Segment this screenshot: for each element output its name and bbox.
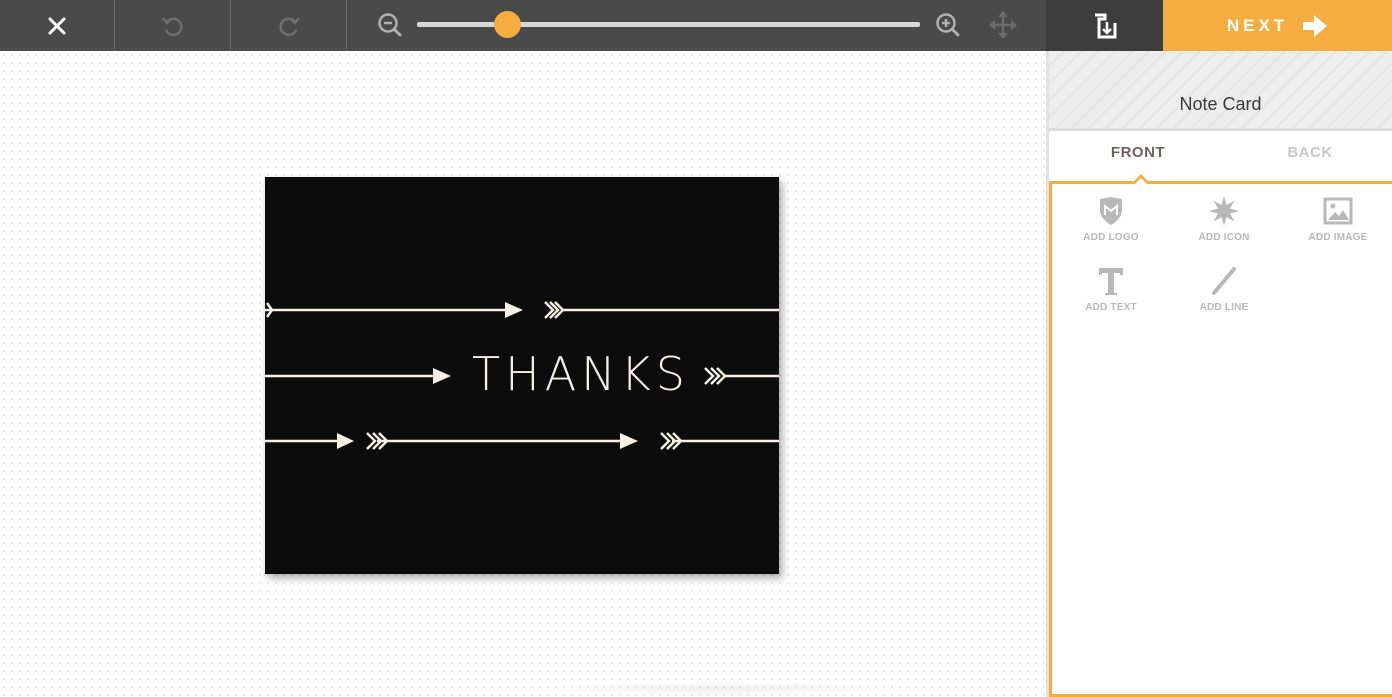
redo-icon: [278, 16, 300, 36]
zoom-in-button[interactable]: [934, 11, 962, 39]
panel-title: Note Card: [1049, 51, 1392, 128]
card-headline[interactable]: THANKS: [472, 349, 692, 399]
move-arrows-icon: [989, 11, 1017, 39]
next-button[interactable]: NEXT: [1163, 0, 1392, 51]
top-toolbar: NEXT: [0, 0, 1392, 51]
active-tab-indicator-inner: [1134, 178, 1148, 185]
add-logo-button[interactable]: ADD LOGO: [1061, 196, 1161, 256]
tool-label: ADD ICON: [1198, 232, 1250, 243]
zoom-out-button[interactable]: [376, 11, 404, 39]
add-line-button[interactable]: ADD LINE: [1174, 266, 1274, 326]
design-canvas[interactable]: THANKS: [0, 51, 1046, 697]
close-button[interactable]: [0, 0, 114, 51]
zoom-slider-track[interactable]: [417, 22, 920, 27]
next-button-label: NEXT: [1226, 15, 1289, 35]
brand-logo-button[interactable]: [1046, 0, 1163, 51]
redo-button[interactable]: [231, 0, 346, 51]
undo-icon: [161, 16, 183, 36]
note-card-front[interactable]: THANKS: [265, 177, 779, 574]
move-button[interactable]: [986, 8, 1020, 42]
tool-label: ADD LINE: [1199, 302, 1249, 313]
tool-label: ADD IMAGE: [1308, 232, 1368, 243]
add-icon-button[interactable]: ADD ICON: [1174, 196, 1274, 256]
side-panel: Note Card FRONT BACK ADD LOGO ADD ICON A…: [1046, 51, 1392, 697]
arrow-right-icon: [1303, 14, 1328, 37]
starburst-icon: [1209, 196, 1239, 226]
undo-button[interactable]: [115, 0, 230, 51]
toolbar-divider: [346, 0, 347, 51]
text-t-icon: [1099, 268, 1123, 295]
tab-back[interactable]: BACK: [1224, 144, 1392, 161]
zoom-in-icon: [936, 13, 960, 37]
tab-front[interactable]: FRONT: [1052, 144, 1224, 161]
line-icon: [1212, 267, 1236, 295]
tools-panel: ADD LOGO ADD ICON ADD IMAGE ADD TEXT ADD…: [1049, 174, 1392, 697]
add-text-button[interactable]: ADD TEXT: [1061, 266, 1161, 326]
tool-label: ADD LOGO: [1083, 232, 1139, 243]
brand-logo-icon: [1094, 13, 1116, 38]
close-icon: [48, 17, 66, 34]
tool-label: ADD TEXT: [1085, 302, 1137, 313]
zoom-out-icon: [378, 13, 402, 37]
panel-divider: [1049, 128, 1392, 131]
add-image-button[interactable]: ADD IMAGE: [1288, 196, 1388, 256]
image-icon: [1323, 197, 1353, 225]
zoom-slider-handle[interactable]: [494, 11, 522, 38]
logo-shield-icon: [1100, 197, 1122, 225]
canvas-shadow: [520, 680, 920, 697]
